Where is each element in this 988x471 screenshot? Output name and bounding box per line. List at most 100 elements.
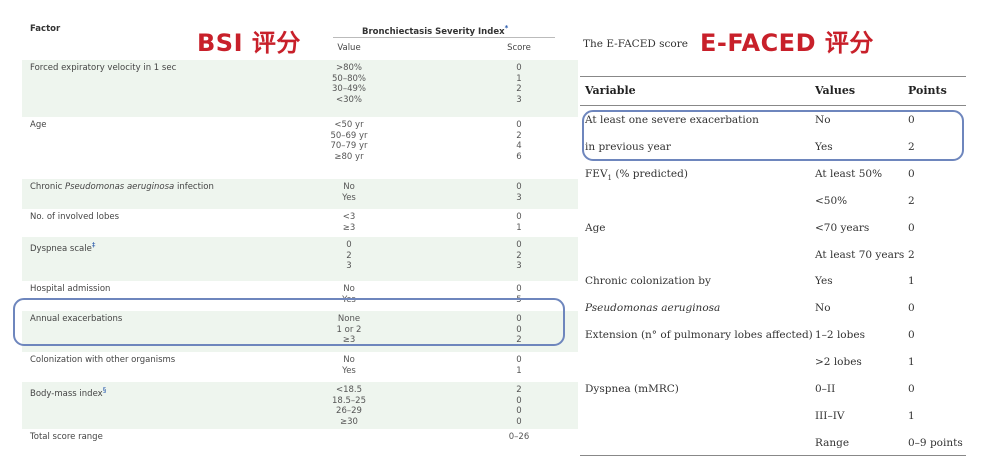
efaced-value: 1–2 lobes	[815, 329, 865, 341]
efaced-variable: Extension (n° of pulmonary lobes affecte…	[585, 329, 813, 341]
efaced-variable: FEV1 (% predicted)	[585, 168, 688, 182]
bsi-factor-text: Dyspnea scale	[30, 243, 92, 254]
bsi-score: 0	[516, 395, 522, 406]
efaced-variable: Chronic colonization by	[585, 275, 711, 287]
bsi-value: ≥30	[340, 416, 358, 427]
bsi-value: 50–80%	[332, 73, 366, 84]
bsi-factor-label: Age	[30, 120, 46, 131]
bsi-score: 3	[516, 94, 522, 105]
bsi-score-cell: 01	[502, 212, 536, 233]
efaced-points: 0	[908, 302, 915, 314]
efaced-rule-top	[580, 76, 966, 77]
efaced-header-points: Points	[908, 84, 947, 97]
bsi-factor-text: Chronic	[30, 182, 65, 192]
bsi-factor-label: Chronic Pseudomonas aeruginosa infection	[30, 182, 214, 193]
bsi-score: 1	[516, 222, 522, 233]
efaced-value: <50%	[815, 195, 848, 207]
bsi-score-cell: 0246	[502, 120, 536, 162]
efaced-points: 0	[908, 168, 915, 180]
bsi-row: Chronic Pseudomonas aeruginosa infection…	[22, 179, 578, 209]
bsi-value: 18.5–25	[332, 395, 366, 406]
bsi-value: <50 yr	[334, 120, 364, 130]
bsi-score: 2	[516, 130, 522, 141]
bsi-factor-label: Forced expiratory velocity in 1 sec	[30, 63, 176, 74]
bsi-factor-text: Age	[30, 120, 47, 130]
bsi-row: No. of involved lobes <3 ≥3 0 1	[22, 209, 578, 237]
bsi-row: Body-mass index§ <18.5 18.5–25 26–29 ≥30 2 0 0 0	[22, 382, 578, 436]
efaced-variable-text: Chronic colonization by	[585, 275, 711, 287]
efaced-highlight-box	[582, 110, 964, 161]
bsi-value: 70–79 yr	[330, 141, 368, 151]
bsi-factor-text: Hospital admission	[30, 284, 111, 294]
bsi-score: 0	[516, 355, 522, 365]
bsi-factor-text: No. of involved lobes	[30, 212, 120, 222]
bsi-value-cell: No Yes	[325, 355, 373, 376]
efaced-variable: Pseudomonas aeruginosa	[585, 302, 720, 314]
efaced-value: <70 years	[815, 222, 870, 234]
bsi-score: 0–26	[508, 432, 530, 442]
bsi-value: No	[343, 182, 355, 192]
bsi-score-cell: 01	[502, 355, 536, 376]
efaced-points: 1	[908, 275, 915, 287]
efaced-rule-bottom	[580, 455, 966, 456]
efaced-value: At least 50%	[815, 168, 883, 180]
bsi-score: 1	[516, 73, 522, 84]
bsi-score-cell: 023	[502, 240, 536, 272]
bsi-header-factor: Factor	[30, 24, 61, 34]
bsi-factor-label: No. of involved lobes	[30, 212, 119, 223]
bsi-header-score: Score	[507, 43, 531, 53]
bsi-table: Factor Bronchiectasis Severity Index* Va…	[22, 14, 578, 445]
bsi-value: No	[343, 284, 355, 294]
efaced-points: 0–9 points	[908, 437, 963, 449]
bsi-score-cell: 0123	[502, 63, 536, 105]
efaced-value: Range	[815, 437, 850, 449]
bsi-row: Dyspnea scale‡ 0 2 3 0 2 3	[22, 237, 578, 281]
bsi-value: Yes	[342, 192, 356, 203]
bsi-footnote-mark: ‡	[91, 241, 96, 249]
efaced-value: >2 lobes	[815, 356, 862, 368]
bsi-score: 0	[516, 63, 522, 73]
efaced-overlay-title: E-FACED 评分	[700, 29, 874, 57]
bsi-factor-organism: Pseudomonas aeruginosa	[64, 182, 175, 192]
efaced-variable-text: FEV	[585, 168, 608, 180]
bsi-factor-text: Forced expiratory velocity in 1 sec	[30, 63, 177, 73]
efaced-variable-text: Dyspnea (mMRC)	[585, 383, 679, 395]
bsi-row: Colonization with other organisms No Yes 0 1	[22, 352, 578, 382]
bsi-factor-text: infection	[174, 182, 214, 192]
bsi-row: Age <50 yr 50–69 yr 70–79 yr ≥80 yr 0 2 4 6	[22, 117, 578, 179]
bsi-value: ≥80 yr	[334, 151, 364, 162]
bsi-factor-label: Dyspnea scale‡	[30, 240, 95, 255]
bsi-factor-label: Hospital admission	[30, 284, 110, 295]
efaced-points: 0	[908, 383, 915, 395]
bsi-score: 2	[516, 84, 522, 94]
efaced-points: 1	[908, 356, 915, 368]
bsi-header-index-text: Bronchiectasis Severity Index	[362, 26, 505, 37]
bsi-row: Total score range 0–26	[22, 429, 578, 445]
efaced-header-values: Values	[815, 84, 856, 97]
bsi-value: 26–29	[336, 406, 362, 416]
bsi-score-cell: 0–26	[502, 432, 536, 443]
bsi-score: 0	[516, 240, 522, 250]
bsi-value: No	[343, 355, 355, 365]
bsi-factor-text: Total score range	[30, 432, 103, 442]
efaced-value: 0–II	[815, 383, 836, 395]
bsi-score: 3	[516, 261, 522, 271]
efaced-value: Yes	[815, 275, 833, 287]
bsi-value: Yes	[342, 365, 356, 376]
bsi-factor-text: Colonization with other organisms	[30, 355, 176, 365]
bsi-row: Forced expiratory velocity in 1 sec >80% 5…	[22, 60, 578, 117]
bsi-value: 30–49%	[332, 84, 366, 94]
bsi-value-cell: <50 yr 50–69 yr 70–79 yr ≥80 yr	[325, 120, 373, 162]
bsi-score: 0	[516, 182, 522, 192]
bsi-header-value: Value	[337, 43, 361, 53]
bsi-header-rule	[333, 37, 555, 38]
efaced-value: No	[815, 302, 831, 314]
efaced-value: At least 70 years	[815, 249, 905, 261]
bsi-factor-label: Total score range	[30, 432, 103, 443]
bsi-value: 3	[346, 261, 352, 271]
bsi-highlight-box	[13, 298, 565, 346]
bsi-footnote-mark: §	[102, 386, 107, 394]
bsi-score: 0	[516, 416, 522, 427]
bsi-value: ≥3	[342, 222, 356, 233]
bsi-value: 2	[346, 250, 352, 261]
